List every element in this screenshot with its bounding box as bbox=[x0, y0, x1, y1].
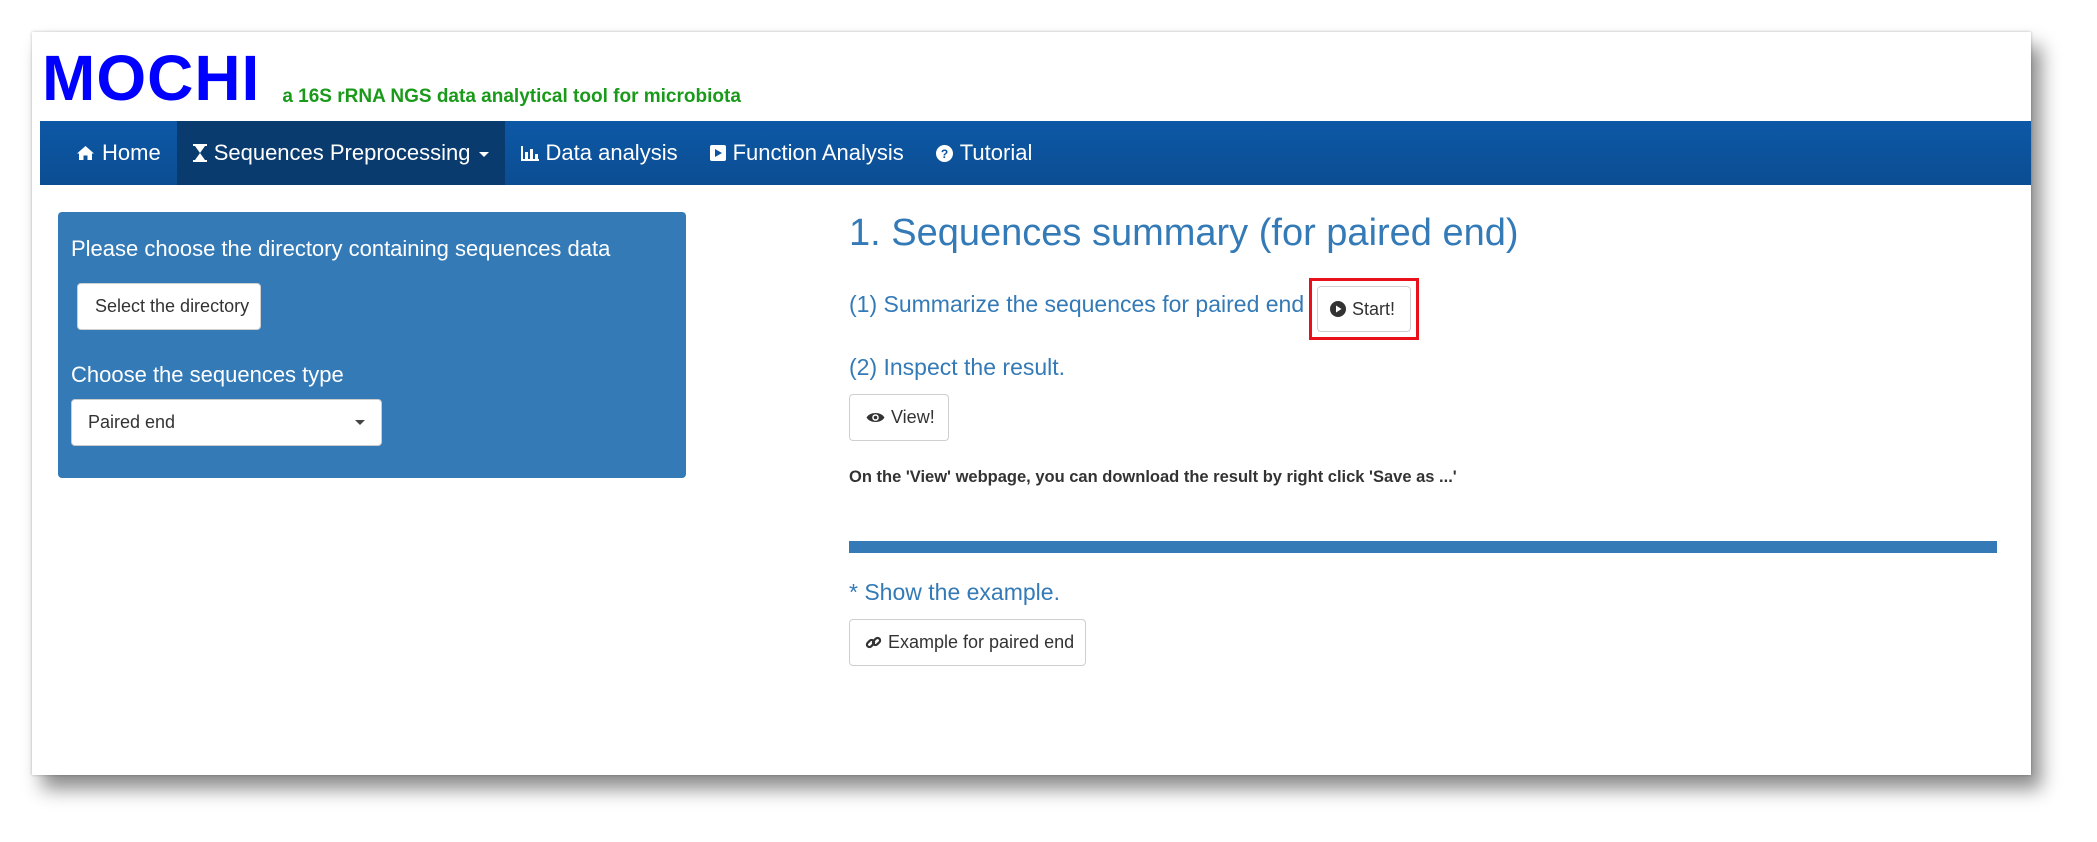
view-button-label: View! bbox=[891, 407, 935, 427]
svg-text:?: ? bbox=[941, 147, 948, 161]
app-window: MOCHI a 16S rRNA NGS data analytical too… bbox=[32, 32, 2031, 775]
brand-title: MOCHI bbox=[42, 42, 261, 114]
play-square-icon bbox=[709, 145, 726, 161]
sequences-type-label: Choose the sequences type bbox=[71, 362, 344, 387]
sequences-type-selected: Paired end bbox=[88, 412, 176, 432]
section-divider bbox=[849, 541, 1997, 553]
example-button[interactable]: Example for paired end bbox=[849, 619, 1086, 666]
step2-label: (2) Inspect the result. bbox=[849, 354, 1066, 380]
select-directory-button-label: Select the directory bbox=[95, 296, 250, 316]
brand-subtitle: a 16S rRNA NGS data analytical tool for … bbox=[282, 86, 741, 107]
nav-item-sequences-preprocessing[interactable]: Sequences Preprocessing bbox=[176, 121, 505, 185]
directory-label: Please choose the directory containing s… bbox=[71, 236, 611, 261]
view-button[interactable]: View! bbox=[849, 394, 949, 441]
start-button-label: Start! bbox=[1352, 298, 1396, 319]
chevron-down-icon bbox=[478, 152, 489, 157]
top-navbar: Home Sequences Preprocessing Data analys… bbox=[40, 121, 2031, 185]
sequences-type-select[interactable]: Paired end bbox=[71, 399, 382, 446]
brand-header: MOCHI a 16S rRNA NGS data analytical too… bbox=[42, 40, 741, 110]
nav-item-function-analysis[interactable]: Function Analysis bbox=[694, 121, 920, 185]
nav-item-home[interactable]: Home bbox=[60, 121, 177, 185]
chevron-down-icon bbox=[355, 420, 365, 425]
home-icon bbox=[76, 145, 95, 161]
play-circle-icon bbox=[1330, 301, 1346, 317]
start-button[interactable]: Start! bbox=[1317, 286, 1411, 332]
eye-icon bbox=[866, 411, 885, 424]
example-button-label: Example for paired end bbox=[888, 632, 1075, 652]
example-label: * Show the example. bbox=[849, 579, 1060, 605]
step1-label: (1) Summarize the sequences for paired e… bbox=[849, 291, 1305, 317]
sidebar-panel: Please choose the directory containing s… bbox=[58, 212, 686, 478]
link-icon bbox=[865, 634, 882, 651]
nav-item-data-analysis[interactable]: Data analysis bbox=[505, 121, 694, 185]
nav-item-function-analysis-label: Function Analysis bbox=[732, 140, 904, 165]
nav-item-sequences-preprocessing-label: Sequences Preprocessing bbox=[213, 140, 471, 165]
bar-chart-icon bbox=[520, 145, 539, 161]
hourglass-icon bbox=[192, 144, 207, 162]
question-circle-icon: ? bbox=[935, 144, 953, 162]
nav-item-tutorial-label: Tutorial bbox=[959, 140, 1033, 165]
nav-item-home-label: Home bbox=[102, 140, 161, 165]
page-title: 1. Sequences summary (for paired end) bbox=[849, 212, 1519, 254]
nav-item-tutorial[interactable]: ? Tutorial bbox=[920, 121, 1049, 185]
nav-item-data-analysis-label: Data analysis bbox=[545, 140, 678, 165]
download-note: On the 'View' webpage, you can download … bbox=[849, 468, 1457, 486]
select-directory-button[interactable]: Select the directory bbox=[77, 283, 261, 330]
